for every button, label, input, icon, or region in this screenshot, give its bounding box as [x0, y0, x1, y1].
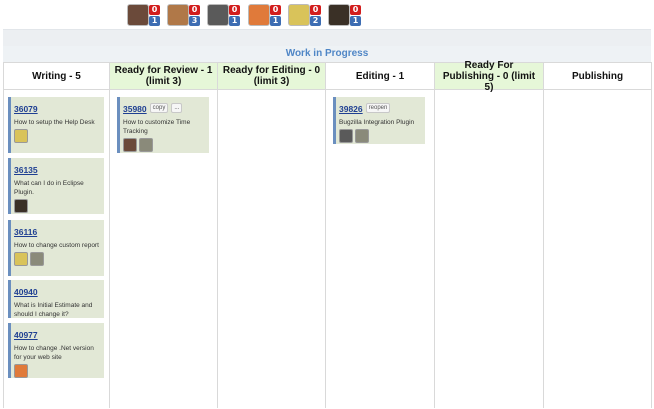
column-ready-for-editing: Ready for Editing - 0 (limit 3): [218, 63, 326, 408]
tag-reopen[interactable]: reopen: [365, 102, 391, 113]
card[interactable]: 40940 What is Initial Estimate and shoul…: [8, 280, 104, 318]
toolbar-strip: [3, 29, 651, 47]
blue-count: 1: [149, 16, 160, 26]
blue-count: 3: [189, 16, 200, 26]
avatar[interactable]: [328, 4, 350, 26]
red-count: 0: [310, 5, 321, 15]
avatar[interactable]: [14, 364, 28, 378]
card[interactable]: 36079 How to setup the Help Desk: [8, 97, 104, 153]
tag-more[interactable]: ...: [171, 102, 183, 113]
card-assignees: [14, 199, 101, 214]
avatar[interactable]: [248, 4, 270, 26]
red-count: 0: [270, 5, 281, 15]
card-assignees: [14, 129, 101, 144]
column-header: Writing - 5: [4, 63, 109, 90]
red-count: 0: [229, 5, 240, 15]
card[interactable]: 35980 copy... How to customize Time Track…: [117, 97, 209, 153]
card-title: How to change .Net version for your web …: [14, 345, 94, 361]
card-id-link[interactable]: 36116: [14, 227, 37, 237]
card-assignees: [14, 364, 101, 379]
card[interactable]: 39826 reopen Bugzilla Integration Plugin: [333, 97, 425, 144]
column-header: Ready For Publishing - 0 (limit 5): [435, 60, 543, 93]
avatar[interactable]: [127, 4, 149, 26]
avatar[interactable]: [30, 252, 44, 266]
user-badge[interactable]: 0 2: [288, 4, 328, 28]
card-id-link[interactable]: 36135: [14, 165, 38, 175]
section-title: Work in Progress: [3, 46, 651, 62]
red-count: 0: [350, 5, 361, 15]
red-count: 0: [189, 5, 200, 15]
card[interactable]: 40977 How to change .Net version for you…: [8, 323, 104, 378]
card-id-link[interactable]: 40940: [14, 287, 38, 297]
card[interactable]: 36135 What can I do in Eclipse Plugin.: [8, 158, 104, 214]
column-header: Editing - 1: [326, 63, 434, 90]
card-title: What can I do in Eclipse Plugin.: [14, 180, 84, 196]
avatar[interactable]: [14, 129, 28, 143]
card-assignees: [339, 129, 422, 144]
card-assignees: [123, 138, 206, 153]
column-header: Ready for Review - 1 (limit 3): [110, 63, 217, 90]
avatar[interactable]: [355, 129, 369, 143]
card-title: How to setup the Help Desk: [14, 119, 95, 126]
card[interactable]: 36116 How to change custom report: [8, 220, 104, 276]
kanban-board: Writing - 5 Ready for Review - 1 (limit …: [3, 60, 652, 408]
avatar[interactable]: [207, 4, 229, 26]
blue-count: 1: [270, 16, 281, 26]
card-id-link[interactable]: 36079: [14, 104, 38, 114]
column-header: Ready for Editing - 0 (limit 3): [218, 63, 325, 90]
avatar[interactable]: [14, 252, 28, 266]
user-badge[interactable]: 0 3: [167, 4, 207, 28]
card-id-link[interactable]: 40977: [14, 330, 38, 340]
blue-count: 1: [350, 16, 361, 26]
blue-count: 1: [229, 16, 240, 26]
card-title: How to change custom report: [14, 242, 99, 249]
tag-copy[interactable]: copy: [149, 102, 169, 113]
red-count: 0: [149, 5, 160, 15]
user-badge[interactable]: 0 1: [207, 4, 247, 28]
card-title: What is Initial Estimate and should I ch…: [14, 302, 93, 318]
user-badge[interactable]: 0 1: [127, 4, 167, 28]
avatar[interactable]: [167, 4, 189, 26]
column-publishing: Publishing: [544, 63, 652, 408]
column-header: Publishing: [544, 63, 651, 90]
card-title: Bugzilla Integration Plugin: [339, 119, 415, 126]
avatar[interactable]: [14, 199, 28, 213]
avatar[interactable]: [139, 138, 153, 152]
column-ready-for-publishing: Ready For Publishing - 0 (limit 5): [435, 60, 544, 408]
user-badge[interactable]: 0 1: [248, 4, 288, 28]
card-id-link[interactable]: 39826: [339, 104, 363, 114]
card-assignees: [14, 252, 101, 267]
avatar[interactable]: [123, 138, 137, 152]
user-badge[interactable]: 0 1: [328, 4, 368, 28]
card-id-link[interactable]: 35980: [123, 104, 147, 114]
avatar[interactable]: [339, 129, 353, 143]
card-title: How to customize Time Tracking: [123, 119, 191, 135]
blue-count: 2: [310, 16, 321, 26]
avatar[interactable]: [288, 4, 310, 26]
